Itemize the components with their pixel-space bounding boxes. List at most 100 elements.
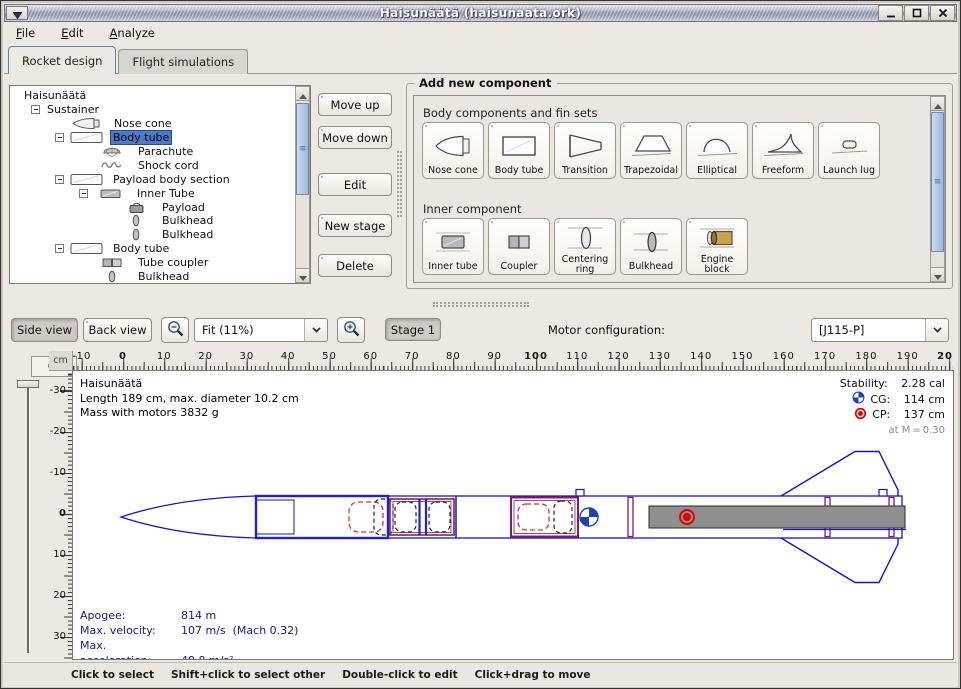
arrow-down-icon [299, 266, 307, 284]
menu-analyze[interactable]: Analyze [110, 26, 155, 40]
stage-1-toggle[interactable]: Stage 1 [385, 318, 441, 341]
tree-item-label: Body tube [111, 131, 171, 144]
back-view-button[interactable]: Back view [83, 318, 152, 342]
zoom-out-button[interactable] [161, 317, 189, 343]
bulkhead-icon [118, 214, 154, 227]
action-button-delete[interactable]: Delete [318, 254, 392, 277]
tree-item-body-tube[interactable]: Body tube [10, 131, 310, 145]
palette-scrollbar-thumb[interactable]: ≡ [931, 112, 944, 252]
launch-lug-outline[interactable] [576, 490, 584, 497]
component-tree[interactable]: HaisunäätäSustainerNose coneBody tubePar… [9, 85, 311, 284]
ruler-tick-label: 80 [446, 351, 461, 362]
summary-line: Length 189 cm, max. diameter 10.2 cm [80, 392, 299, 407]
close-button[interactable] [930, 5, 955, 21]
tab-flight-simulations[interactable]: Flight simulations [118, 49, 248, 74]
component-button-launch-lug[interactable]: Launch lug [818, 122, 880, 179]
stat-value: 814 m [181, 609, 216, 622]
centering-ring-outline[interactable] [628, 498, 633, 537]
component-button-trapezoidal[interactable]: Trapezoidal [620, 122, 682, 179]
component-button-label: Engine block [689, 255, 745, 275]
component-button-centering-ring[interactable]: Centering ring [554, 218, 616, 275]
title-bar[interactable]: Haisunäätä (haisunaata.ork) [4, 4, 957, 22]
scroll-down-button[interactable] [931, 267, 944, 281]
zoom-in-button[interactable] [337, 317, 365, 343]
motor-configuration-select[interactable]: [J115-P] [811, 318, 949, 342]
expand-collapse-icon[interactable] [79, 189, 88, 198]
scroll-up-button[interactable] [931, 97, 944, 111]
palette-scrollbar[interactable]: ≡ [930, 96, 945, 282]
tree-item-nose-cone[interactable]: Nose cone [10, 117, 310, 131]
rocket-design-canvas[interactable]: HaisunäätäLength 189 cm, max. diameter 1… [73, 371, 953, 659]
component-button-transition[interactable]: Transition [554, 122, 616, 179]
tab-rocket-design[interactable]: Rocket design [8, 46, 116, 74]
status-hint: Click to select [71, 669, 154, 681]
expand-collapse-icon[interactable] [55, 244, 64, 253]
stability-value: 2.28 cal [901, 377, 945, 390]
tree-item-label: Parachute [136, 145, 195, 158]
ruler-tick-label: 160 [773, 351, 795, 362]
tree-item-payload[interactable]: Payload [10, 200, 310, 214]
maximize-button[interactable] [904, 5, 929, 21]
tube-coupler-outline[interactable] [511, 498, 578, 537]
action-button-new-stage[interactable]: New stage [318, 214, 392, 237]
status-hint: Double-click to edit [342, 669, 457, 681]
tree-scrollbar[interactable]: ≡ [295, 86, 310, 283]
tree-item-bulkhead[interactable]: Bulkhead [10, 214, 310, 228]
component-button-nose-cone[interactable]: Nose cone [422, 122, 484, 179]
ruler-unit-label: cm [49, 351, 73, 371]
side-view-button[interactable]: Side view [11, 318, 78, 342]
ruler-tick-label: 100 [524, 351, 548, 362]
minimize-button[interactable] [878, 5, 903, 21]
action-button-move-up[interactable]: Move up [318, 93, 392, 116]
expand-collapse-icon[interactable] [31, 105, 40, 114]
horizontal-splitter[interactable] [433, 302, 529, 307]
tree-item-payload-body-section[interactable]: Payload body section [10, 172, 310, 186]
tree-item-bulkhead[interactable]: Bulkhead [10, 228, 310, 242]
window-controls [877, 5, 955, 21]
action-button-edit[interactable]: Edit [318, 173, 392, 196]
ruler-tick-label: 30 [240, 351, 255, 362]
action-button-move-down[interactable]: Move down [318, 126, 392, 149]
tree-item-haisunäätä[interactable]: Haisunäätä [10, 89, 310, 103]
expand-collapse-icon[interactable] [55, 175, 64, 184]
component-button-body-tube[interactable]: Body tube [488, 122, 550, 179]
rotation-slider-track [27, 387, 29, 653]
component-button-label: Body tube [495, 166, 544, 176]
tree-item-shock-cord[interactable]: Shock cord [10, 158, 310, 172]
vertical-splitter[interactable] [397, 151, 402, 217]
component-button-freeform[interactable]: Freeform [752, 122, 814, 179]
coupler-component-icon [496, 221, 542, 262]
menu-edit[interactable]: Edit [61, 26, 83, 40]
chevron-down-icon[interactable] [304, 319, 327, 341]
tree-item-inner-tube[interactable]: Inner Tube [10, 186, 310, 200]
tree-item-bulkhead[interactable]: Bulkhead [10, 270, 310, 284]
component-button-bulkhead[interactable]: Bulkhead [620, 218, 682, 275]
component-button-coupler[interactable]: Coupler [488, 218, 550, 275]
scroll-down-button[interactable] [296, 268, 309, 282]
component-button-inner-tube[interactable]: Inner tube [422, 218, 484, 275]
payload-mass-outline[interactable] [395, 502, 416, 532]
zoom-level-select[interactable]: Fit (11%) [194, 318, 328, 342]
menu-file[interactable]: File [16, 26, 35, 40]
component-button-engine-block[interactable]: Engine block [686, 218, 748, 275]
fin-outline-bottom[interactable] [781, 538, 898, 583]
motor-configuration-value: [J115-P] [812, 323, 925, 337]
tree-item-parachute[interactable]: Parachute [10, 145, 310, 159]
tree-scrollbar-thumb[interactable]: ≡ [296, 103, 309, 195]
ruler-tick-label: 190 [897, 351, 919, 362]
nose-cone-outline[interactable] [121, 496, 256, 538]
rotation-slider[interactable] [17, 380, 39, 388]
component-button-elliptical[interactable]: Elliptical [686, 122, 748, 179]
bulkheadc-component-icon [628, 221, 674, 262]
tree-item-sustainer[interactable]: Sustainer [10, 103, 310, 117]
parachute-outline[interactable] [349, 502, 383, 532]
ruler-tick-label: -20 [50, 426, 66, 437]
launch-lug-outline[interactable] [879, 490, 887, 497]
tree-item-tube-coupler[interactable]: Tube coupler [10, 256, 310, 270]
tree-item-body-tube[interactable]: Body tube [10, 242, 310, 256]
inner-tube-outline[interactable] [390, 499, 454, 535]
chevron-down-icon[interactable] [925, 319, 948, 341]
expand-collapse-icon[interactable] [55, 133, 64, 142]
ruler-tick-label: 30 [53, 631, 66, 642]
scroll-up-button[interactable] [296, 87, 309, 101]
